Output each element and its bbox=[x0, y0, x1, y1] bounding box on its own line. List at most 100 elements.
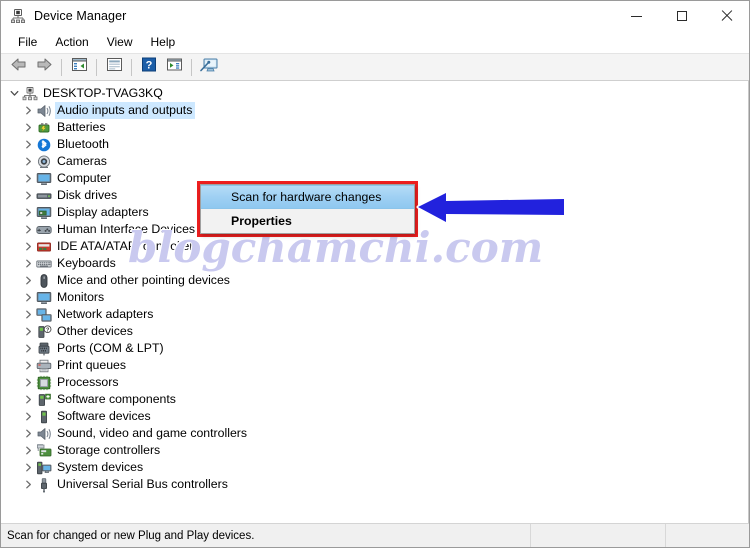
update-driver-button[interactable] bbox=[162, 56, 186, 78]
chevron-right-icon[interactable] bbox=[21, 276, 36, 285]
tree-item-other-devices[interactable]: ? Other devices bbox=[1, 323, 748, 340]
tree-item-label: Ports (COM & LPT) bbox=[57, 341, 164, 355]
status-cell-3 bbox=[666, 524, 749, 547]
tree-item-universal-serial-bus-controllers[interactable]: Universal Serial Bus controllers bbox=[1, 476, 748, 493]
tree-item-keyboards[interactable]: Keyboards bbox=[1, 255, 748, 272]
tree-item-audio-inputs-and-outputs[interactable]: Audio inputs and outputs bbox=[1, 102, 748, 119]
chevron-right-icon[interactable] bbox=[21, 446, 36, 455]
computer-root-icon bbox=[22, 86, 38, 102]
tree-item-label: System devices bbox=[57, 460, 144, 474]
menu-help[interactable]: Help bbox=[142, 33, 185, 51]
disk-drive-icon bbox=[36, 188, 52, 204]
tree-item-bluetooth[interactable]: Bluetooth bbox=[1, 136, 748, 153]
chevron-right-icon[interactable] bbox=[21, 140, 36, 149]
chevron-right-icon[interactable] bbox=[21, 208, 36, 217]
tree-item-label: Software devices bbox=[57, 409, 151, 423]
tree-item-batteries[interactable]: Batteries bbox=[1, 119, 748, 136]
context-menu: Scan for hardware changes Properties bbox=[200, 184, 415, 234]
chevron-right-icon[interactable] bbox=[21, 361, 36, 370]
system-device-icon bbox=[36, 460, 52, 476]
printer-icon bbox=[36, 358, 52, 374]
tree-item-print-queues[interactable]: Print queues bbox=[1, 357, 748, 374]
minimize-icon bbox=[631, 15, 642, 17]
ide-controller-icon bbox=[36, 239, 52, 255]
window-controls bbox=[614, 1, 749, 31]
close-button[interactable] bbox=[704, 1, 749, 31]
camera-icon bbox=[36, 154, 52, 170]
speaker-icon bbox=[36, 103, 52, 119]
context-menu-item-scan-for-hardware-changes[interactable]: Scan for hardware changes bbox=[201, 185, 414, 210]
chevron-right-icon[interactable] bbox=[21, 191, 36, 200]
chevron-right-icon[interactable] bbox=[21, 157, 36, 166]
maximize-button[interactable] bbox=[659, 1, 704, 31]
forward-button[interactable] bbox=[32, 56, 56, 78]
tree-item-system-devices[interactable]: System devices bbox=[1, 459, 748, 476]
chevron-right-icon[interactable] bbox=[21, 174, 36, 183]
tree-item-ports[interactable]: Ports (COM & LPT) bbox=[1, 340, 748, 357]
chevron-right-icon[interactable] bbox=[21, 293, 36, 302]
software-component-icon bbox=[36, 392, 52, 408]
window-title: Device Manager bbox=[34, 9, 127, 23]
tree-item-cameras[interactable]: Cameras bbox=[1, 153, 748, 170]
battery-icon bbox=[36, 120, 52, 136]
back-button[interactable] bbox=[7, 56, 31, 78]
tree-item-processors[interactable]: Processors bbox=[1, 374, 748, 391]
chevron-right-icon[interactable] bbox=[21, 480, 36, 489]
status-message: Scan for changed or new Plug and Play de… bbox=[1, 524, 531, 547]
chevron-right-icon[interactable] bbox=[21, 378, 36, 387]
tree-item-label: Display adapters bbox=[57, 205, 149, 219]
tree-item-label: IDE ATA/ATAPI controllers bbox=[57, 239, 200, 253]
maximize-icon bbox=[676, 11, 687, 21]
tree-item-sound-video-and-game-controllers[interactable]: Sound, video and game controllers bbox=[1, 425, 748, 442]
tree-item-label: Cameras bbox=[57, 154, 107, 168]
scan-for-hardware-changes-icon bbox=[199, 57, 219, 78]
device-tree-panel[interactable]: blogchamchi.com DESKTOP-TVAG3KQ Audio in… bbox=[1, 81, 749, 523]
menu-file[interactable]: File bbox=[9, 33, 46, 51]
tree-item-ide-ata-atapi-controllers[interactable]: IDE ATA/ATAPI controllers bbox=[1, 238, 748, 255]
tree-root-row[interactable]: DESKTOP-TVAG3KQ bbox=[1, 85, 748, 102]
menu-view[interactable]: View bbox=[98, 33, 142, 51]
tree-item-network-adapters[interactable]: Network adapters bbox=[1, 306, 748, 323]
bluetooth-icon bbox=[36, 137, 52, 153]
tree-item-monitors[interactable]: Monitors bbox=[1, 289, 748, 306]
show-hide-console-tree-button[interactable] bbox=[67, 56, 91, 78]
chevron-right-icon[interactable] bbox=[21, 242, 36, 251]
context-menu-highlight: Scan for hardware changes Properties bbox=[197, 181, 418, 237]
chevron-right-icon[interactable] bbox=[21, 310, 36, 319]
back-icon bbox=[10, 57, 28, 77]
tree-item-mice-and-other-pointing-devices[interactable]: Mice and other pointing devices bbox=[1, 272, 748, 289]
chevron-right-icon[interactable] bbox=[21, 123, 36, 132]
chevron-right-icon[interactable] bbox=[21, 412, 36, 421]
chevron-right-icon[interactable] bbox=[21, 225, 36, 234]
context-menu-item-properties[interactable]: Properties bbox=[201, 209, 414, 233]
minimize-button[interactable] bbox=[614, 1, 659, 31]
chevron-right-icon[interactable] bbox=[21, 344, 36, 353]
tree-item-label: Print queues bbox=[57, 358, 127, 372]
tree-item-label: Disk drives bbox=[57, 188, 118, 202]
properties-button[interactable] bbox=[102, 56, 126, 78]
tree-item-storage-controllers[interactable]: Storage controllers bbox=[1, 442, 748, 459]
tree-item-label: Network adapters bbox=[57, 307, 154, 321]
chevron-right-icon[interactable] bbox=[21, 395, 36, 404]
device-tree: DESKTOP-TVAG3KQ Audio inputs and outputs bbox=[1, 85, 748, 493]
processor-icon bbox=[36, 375, 52, 391]
keyboard-icon bbox=[36, 256, 52, 272]
chevron-right-icon[interactable] bbox=[21, 429, 36, 438]
tree-item-software-devices[interactable]: Software devices bbox=[1, 408, 748, 425]
chevron-right-icon[interactable] bbox=[21, 463, 36, 472]
tree-item-label: Batteries bbox=[57, 120, 106, 134]
speaker-icon bbox=[36, 426, 52, 442]
context-menu-item-label: Scan for hardware changes bbox=[231, 190, 382, 205]
menu-action[interactable]: Action bbox=[46, 33, 97, 51]
chevron-right-icon[interactable] bbox=[21, 106, 36, 115]
toolbar-separator bbox=[61, 58, 62, 76]
scan-for-hardware-changes-button[interactable] bbox=[197, 56, 221, 78]
tree-item-label: Audio inputs and outputs bbox=[55, 102, 196, 119]
help-button[interactable]: ? bbox=[137, 56, 161, 78]
chevron-down-icon[interactable] bbox=[7, 89, 22, 98]
chevron-right-icon[interactable] bbox=[21, 327, 36, 336]
tree-item-label: Monitors bbox=[57, 290, 105, 304]
chevron-right-icon[interactable] bbox=[21, 259, 36, 268]
tree-item-software-components[interactable]: Software components bbox=[1, 391, 748, 408]
tree-item-label: Bluetooth bbox=[57, 137, 109, 151]
